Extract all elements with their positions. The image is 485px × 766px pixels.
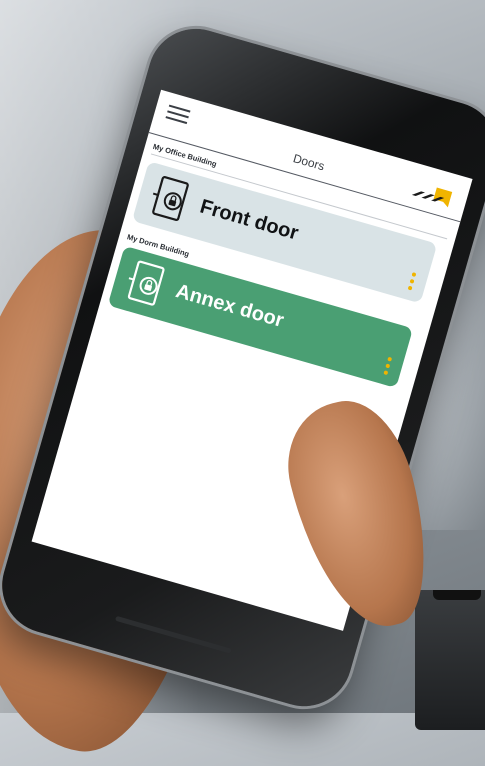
door-name: Front door — [197, 195, 301, 245]
access-reader-device — [415, 590, 485, 730]
kebab-menu-icon[interactable] — [407, 272, 417, 292]
brand-logo-icon — [411, 187, 453, 208]
door-lock-icon — [127, 260, 165, 306]
door-lock-icon — [152, 176, 189, 222]
phone-bottom-bezel — [115, 615, 232, 654]
kebab-menu-icon[interactable] — [383, 356, 393, 377]
door-name: Annex door — [173, 280, 287, 332]
